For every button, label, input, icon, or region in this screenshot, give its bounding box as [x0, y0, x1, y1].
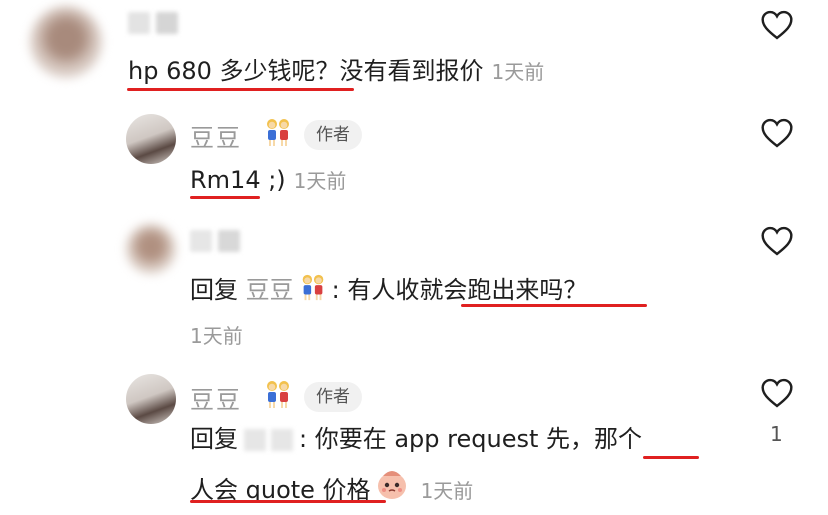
like-heart-icon[interactable]: [760, 378, 794, 408]
replier-avatar[interactable]: [126, 224, 176, 274]
author-avatar[interactable]: [126, 374, 176, 424]
like-count: 1: [770, 422, 783, 446]
like-heart-icon[interactable]: [760, 226, 794, 256]
comment-1-text: hp 680 多少钱呢？没有看到报价 1天前: [128, 57, 545, 85]
comment-1-timestamp: 1天前: [491, 60, 545, 84]
commenter-name-blurred[interactable]: [128, 12, 178, 34]
pleading-face-emoji-icon: [377, 471, 406, 499]
comment-2-timestamp: 1天前: [293, 169, 347, 193]
like-heart-icon[interactable]: [760, 10, 794, 40]
reply-to-username[interactable]: 豆豆: [246, 276, 294, 304]
replier-name-blurred[interactable]: [190, 230, 240, 252]
two-women-emoji-icon: [302, 274, 323, 301]
comment-1-underline: [127, 88, 354, 91]
comment-4-underline-1: [643, 456, 699, 459]
like-heart-icon[interactable]: [760, 118, 794, 148]
author-username[interactable]: 豆豆: [190, 380, 242, 415]
comment-2-underline: [190, 196, 260, 199]
two-women-emoji-icon: [267, 381, 289, 408]
comment-4-underline-2: [190, 500, 386, 503]
author-badge: 作者: [304, 120, 362, 150]
comment-3-text: 回复 豆豆 : 有人收就会跑出来吗？: [190, 272, 587, 305]
comment-3-underline: [461, 304, 647, 307]
author-avatar[interactable]: [126, 114, 176, 164]
comment-4-text-line1: 回复: 你要在 app request 先，那个: [190, 425, 643, 453]
comment-2-text: Rm14 ;) 1天前: [190, 166, 347, 194]
reply-to-username-blurred[interactable]: [244, 429, 293, 451]
two-women-emoji-icon: [267, 119, 289, 146]
comment-4-timestamp: 1天前: [420, 479, 474, 503]
comment-3-timestamp: 1天前: [190, 324, 243, 348]
author-username[interactable]: 豆豆: [190, 118, 242, 153]
commenter-avatar[interactable]: [30, 6, 102, 78]
author-badge: 作者: [304, 382, 362, 412]
